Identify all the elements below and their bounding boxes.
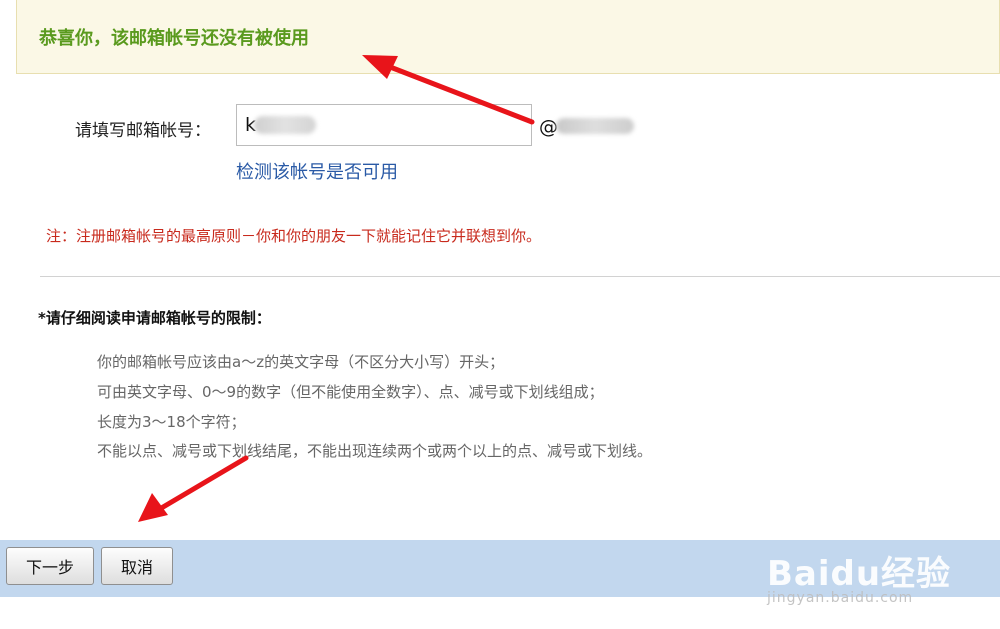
- section-divider: [40, 276, 1000, 277]
- rules-heading: *请仔细阅读申请邮箱帐号的限制：: [38, 309, 271, 327]
- rule-item: 你的邮箱帐号应该由a～z的英文字母（不区分大小写）开头；: [97, 353, 505, 371]
- success-message: 恭喜你，该邮箱帐号还没有被使用: [39, 28, 309, 49]
- success-banner: 恭喜你，该邮箱帐号还没有被使用: [16, 0, 1000, 74]
- watermark-url: jingyan.baidu.com: [767, 590, 914, 606]
- email-field-label: 请填写邮箱帐号：: [75, 121, 211, 141]
- watermark-logo-text: Baidu经验: [767, 554, 952, 594]
- rule-item: 不能以点、减号或下划线结尾，不能出现连续两个或两个以上的点、减号或下划线。: [97, 442, 653, 460]
- next-step-button[interactable]: 下一步: [6, 547, 94, 585]
- arrow-to-next-button-icon: [138, 455, 249, 522]
- rule-item: 可由英文字母、0～9的数字（但不能使用全数字）、点、减号或下划线组成；: [97, 383, 604, 401]
- naming-note: 注：注册邮箱帐号的最高原则－你和你的朋友一下就能记住它并联想到你。: [46, 227, 542, 245]
- cancel-button[interactable]: 取消: [101, 547, 173, 585]
- rule-item: 长度为3～18个字符；: [97, 413, 246, 431]
- blurred-domain-text: [556, 118, 634, 134]
- blurred-username-text: [254, 116, 316, 134]
- baidu-jingyan-watermark: Baidu经验 jingyan.baidu.com: [765, 540, 995, 620]
- check-availability-link[interactable]: 检测该帐号是否可用: [236, 158, 398, 184]
